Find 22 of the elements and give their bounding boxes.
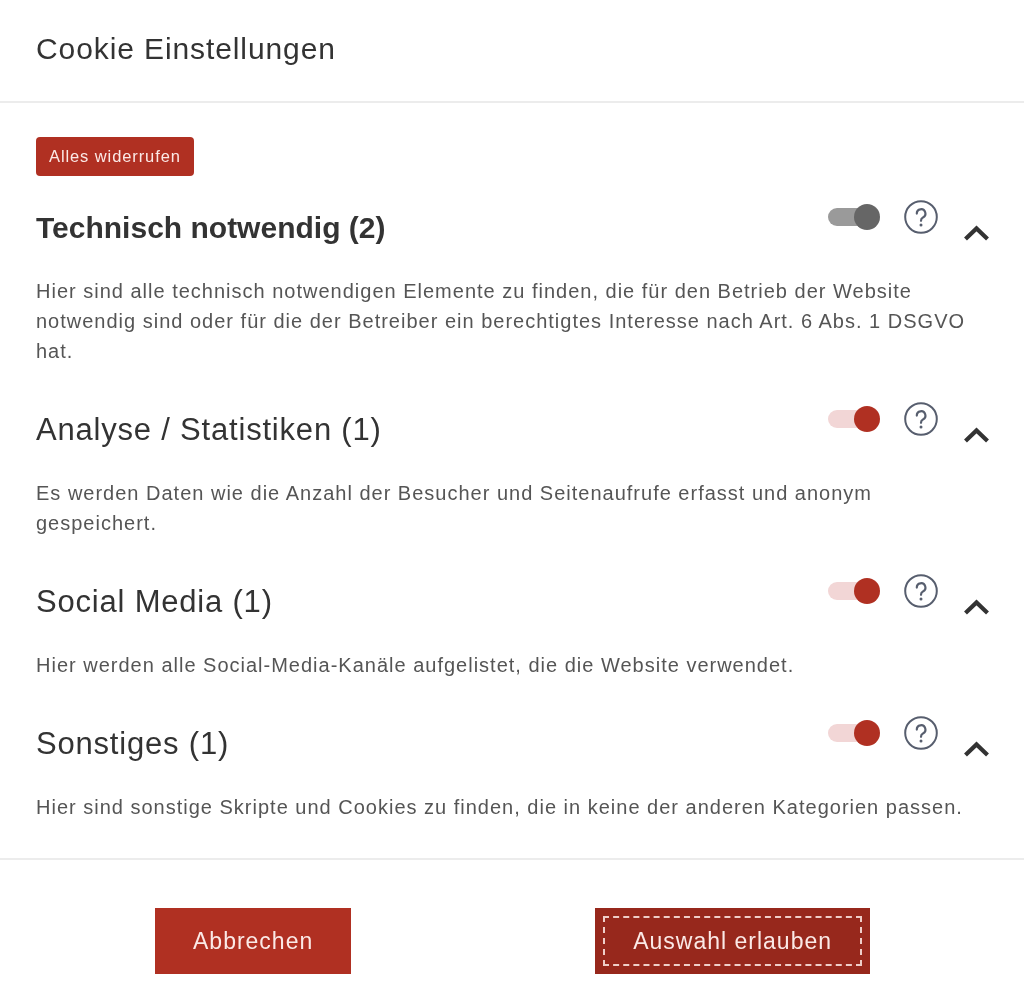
toggle-switch[interactable]: [828, 406, 880, 432]
category-description: Hier sind sonstige Skripte und Cookies zu finden, die in keine der anderen Kategorien passen.: [36, 795, 964, 820]
allow-selection-button[interactable]: Auswahl erlauben: [595, 908, 870, 974]
chevron-up-icon[interactable]: [963, 741, 990, 757]
revoke-all-button[interactable]: Alles widerrufen: [36, 137, 194, 176]
help-icon[interactable]: [904, 200, 938, 234]
category-description: Hier sind alle technisch notwendigen Elemente zu finden, die für den Betrieb der Website notwendig sind oder für die der Betreiber ein berechtigtes Interesse nach Art. 6 Abs. 1 DSGVO hat.: [36, 279, 967, 364]
category-heading: Sonstiges (1): [36, 725, 231, 763]
cancel-button[interactable]: Abbrechen: [155, 908, 352, 974]
dialog-title: Cookie Einstellungen: [36, 30, 336, 67]
help-icon[interactable]: [904, 574, 938, 608]
category-description: Hier werden alle Social-Media-Kanäle aufgelistet, die die Website verwendet.: [36, 653, 796, 678]
category-heading: Social Media (1): [36, 583, 274, 621]
chevron-up-icon[interactable]: [963, 599, 990, 615]
chevron-up-icon[interactable]: [963, 427, 990, 443]
help-icon[interactable]: [904, 402, 938, 436]
category-heading: Technisch notwendig (2): [36, 210, 387, 246]
toggle-switch[interactable]: [828, 578, 880, 604]
category-heading: Analyse / Statistiken (1): [36, 411, 383, 449]
toggle-switch[interactable]: [828, 720, 880, 746]
help-icon[interactable]: [904, 716, 938, 750]
category-description: Es werden Daten wie die Anzahl der Besucher und Seitenaufrufe erfasst und anonym gespeichert.: [36, 481, 873, 536]
